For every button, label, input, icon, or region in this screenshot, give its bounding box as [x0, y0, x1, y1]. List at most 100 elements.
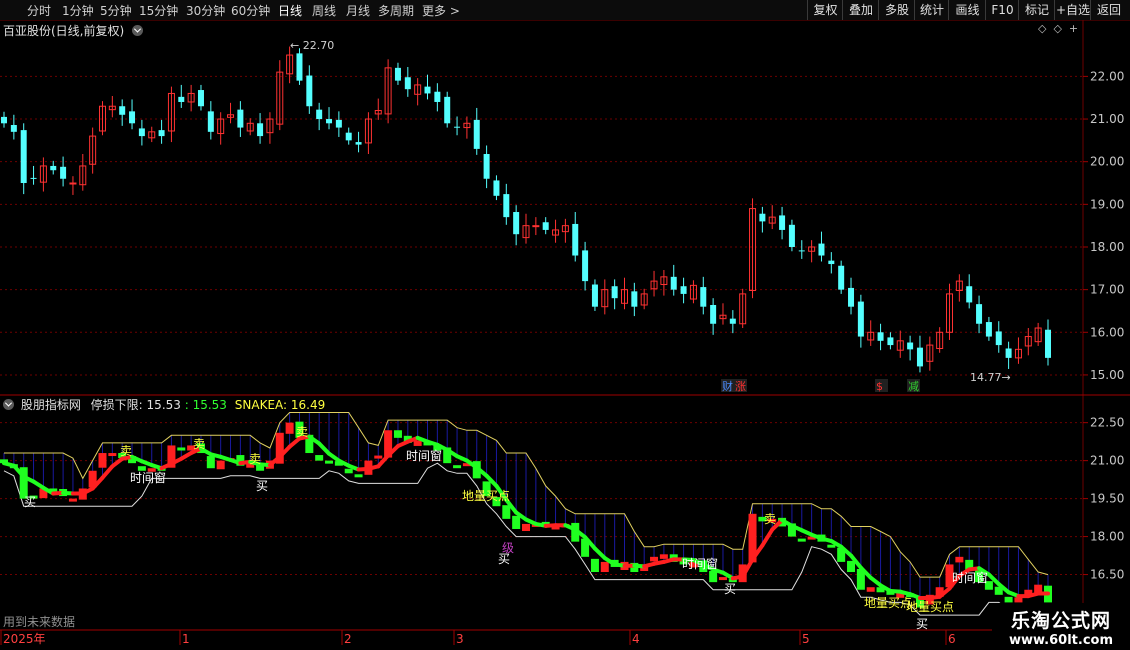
indicator-block	[522, 523, 530, 532]
indicator-annotation: 级	[502, 541, 514, 555]
indicator-block	[216, 460, 225, 470]
price-candle-down	[788, 224, 795, 247]
price-candle-down	[828, 260, 835, 265]
price-candle-down	[257, 123, 264, 137]
main-y-tick-label: 16.00	[1090, 325, 1124, 339]
indicator-y-tick-label: 18.00	[1090, 530, 1124, 544]
price-candle-down	[976, 304, 983, 324]
param3-value: 16.49	[290, 398, 326, 412]
indicator-annotation: 时间窗	[682, 557, 718, 571]
indicator-name: 股朋指标网	[20, 398, 81, 412]
price-candle-down	[316, 109, 323, 120]
price-candle-down	[798, 250, 805, 252]
indicator-annotation: 地量买点	[462, 489, 510, 503]
price-candle-down	[759, 213, 766, 222]
price-candle-down	[542, 222, 549, 230]
indicator-block	[512, 515, 521, 529]
watermark: 乐淘公式网 www.60lt.com	[992, 603, 1130, 650]
indicator-block	[709, 571, 718, 583]
price-candle-down	[60, 166, 67, 179]
watermark-url: www.60lt.com	[1008, 633, 1114, 648]
price-candle-down	[779, 215, 786, 230]
indicator-block	[600, 561, 609, 573]
chart-area: 22.00 21.00 20.00 19.00 18.00 17.00 16.00 15.00…	[0, 20, 1130, 646]
indicator-block	[502, 505, 511, 519]
price-candle-down	[631, 291, 638, 307]
event-marker: 财	[722, 379, 733, 393]
indicator-annotation: 时间窗	[130, 471, 166, 485]
high-price-label: ← 22.70	[290, 39, 334, 52]
price-candle-down	[30, 177, 37, 179]
main-y-tick-label: 15.00	[1090, 368, 1124, 382]
indicator-block	[393, 430, 402, 438]
price-candle-down	[10, 125, 17, 132]
price-candle-down	[178, 96, 185, 102]
price-candle-down	[326, 119, 333, 124]
watermark-title: 乐淘公式网	[1010, 610, 1111, 632]
price-candle-down	[424, 86, 431, 94]
chevron-down-icon[interactable]	[132, 25, 144, 36]
indicator-y-tick-label: 16.50	[1090, 568, 1124, 582]
price-candle-down	[197, 90, 204, 107]
indicator-annotation: 卖	[249, 452, 261, 466]
price-candle-down	[1, 116, 7, 124]
price-candle-down	[355, 142, 362, 145]
price-candle-up	[532, 225, 540, 228]
indicator-block	[354, 474, 363, 478]
price-candle-down	[394, 67, 401, 81]
indicator-block	[325, 460, 334, 464]
price-candle-down	[306, 75, 313, 107]
snake-line-segment	[592, 546, 607, 561]
indicator-block	[98, 453, 107, 468]
collapse-icon[interactable]	[3, 399, 14, 410]
indicator-block	[177, 447, 186, 451]
panel-settings-icons[interactable]: ◇ ◇ +	[1038, 22, 1078, 35]
indicator-block	[285, 422, 294, 434]
low-price-label: 14.77→	[970, 371, 1011, 384]
price-candle-down	[296, 53, 303, 81]
main-panel-title[interactable]: 百亚股份(日线,前复权)	[3, 22, 146, 39]
price-candle-down	[591, 284, 598, 307]
indicator-block	[453, 465, 462, 469]
price-candle-down	[848, 287, 855, 307]
future-data-note: 用到未来数据	[3, 615, 76, 629]
time-axis-label: 2	[344, 632, 352, 646]
indicator-annotation: 卖	[120, 444, 132, 458]
price-candle-down	[985, 322, 992, 337]
indicator-block	[590, 558, 599, 573]
price-candle-down	[729, 318, 736, 324]
price-candle-down	[493, 180, 500, 196]
param1-value: 15.53	[146, 398, 181, 412]
indicator-annotation: 买	[916, 617, 928, 631]
main-panel-title-text: 百亚股份(日线,前复权)	[3, 24, 125, 38]
time-axis-label: 1	[182, 632, 190, 646]
main-y-tick-label: 21.00	[1090, 112, 1124, 126]
indicator-block	[955, 556, 964, 563]
price-candle-down	[513, 212, 520, 235]
snake-line-segment	[100, 464, 115, 480]
main-y-tick-label: 20.00	[1090, 155, 1124, 169]
price-candle-down	[966, 286, 973, 303]
indicator-block	[108, 453, 117, 457]
indicator-panel-title[interactable]: 股朋指标网 停损下限: 15.53 : 15.53 SNAKEA: 16.49	[3, 396, 325, 413]
price-candle-down	[857, 301, 864, 337]
price-candle-down	[207, 111, 214, 132]
price-candle-down	[483, 154, 490, 179]
price-candle-up	[69, 182, 77, 185]
price-candle-down	[877, 332, 884, 341]
indicator-block	[866, 587, 875, 592]
indicator-annotation: 地量买点	[864, 596, 912, 610]
indicator-block	[659, 554, 668, 559]
param3-label: SNAKEA:	[234, 398, 288, 412]
time-axis-label: 3	[456, 632, 464, 646]
price-candle-down	[611, 286, 618, 299]
price-candle-down	[710, 304, 717, 324]
time-axis-label: 5	[802, 632, 810, 646]
time-axis-label: 2025年	[3, 632, 46, 646]
price-candle-down	[838, 265, 845, 290]
price-candle-down	[404, 77, 411, 90]
price-candle-down	[916, 347, 923, 367]
indicator-annotation: 买	[256, 479, 268, 493]
indicator-block	[827, 544, 836, 548]
price-candle-down	[818, 243, 825, 256]
